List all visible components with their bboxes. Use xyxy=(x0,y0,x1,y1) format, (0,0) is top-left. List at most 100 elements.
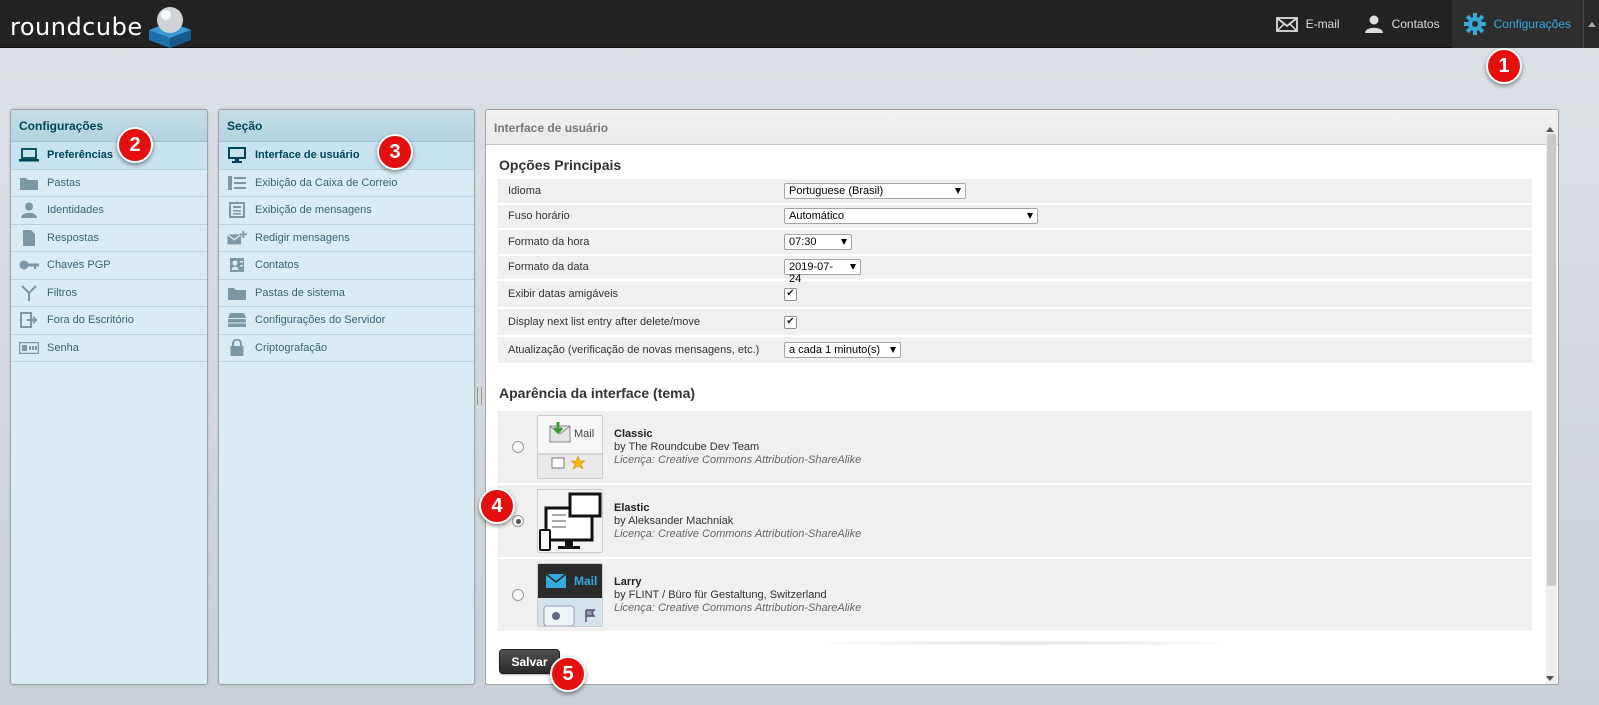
section-item-mailbox-view[interactable]: Exibição da Caixa de Correio xyxy=(219,170,474,197)
larry-thumbnail-label: Mail xyxy=(574,574,598,588)
classic-skin-thumbnail: Mail xyxy=(537,415,603,479)
annotation-badge-3: 3 xyxy=(377,134,413,170)
section-item-encryption[interactable]: Criptografação xyxy=(219,335,474,362)
skin-info: Elastic by Aleksander Machniak Licença: … xyxy=(614,502,861,541)
settings-item-label: Filtros xyxy=(47,286,77,299)
annotation-badge-5: 5 xyxy=(550,656,586,692)
section-item-compose[interactable]: Redigir mensagens xyxy=(219,225,474,252)
topnav-email[interactable]: E-mail xyxy=(1264,0,1352,48)
settings-item-filters[interactable]: Filtros xyxy=(11,280,207,307)
topnav-contacts-label: Contatos xyxy=(1391,17,1440,31)
settings-item-pgp-keys[interactable]: Chaves PGP xyxy=(11,252,207,280)
topnav-settings[interactable]: Configurações xyxy=(1451,0,1583,48)
option-label: Display next list entry after delete/mov… xyxy=(508,316,700,328)
dropdown-arrow-icon xyxy=(841,238,847,245)
skin-author: by Aleksander Machniak xyxy=(614,514,734,527)
settings-list: Preferências Pastas Identidades Resposta… xyxy=(11,142,207,362)
top-bar: roundcube E-mail Contatos Configurações xyxy=(0,0,1599,48)
top-navigation: E-mail Contatos Configurações xyxy=(1264,0,1583,48)
skin-license: Licença: Creative Commons Attribution-Sh… xyxy=(614,527,862,540)
settings-item-label: Preferências xyxy=(47,149,114,162)
section-item-contacts[interactable]: Contatos xyxy=(219,252,474,280)
section-item-label: Exibição da Caixa de Correio xyxy=(255,176,398,189)
refresh-interval-select[interactable]: a cada 1 minuto(s) xyxy=(784,342,901,358)
settings-item-label: Identidades xyxy=(47,204,104,217)
main-content: Interface de usuário Opções Principais I… xyxy=(485,109,1559,685)
section-item-server-settings[interactable]: Configurações do Servidor xyxy=(219,307,474,335)
user-icon xyxy=(1364,15,1383,33)
annotation-badge-1: 1 xyxy=(1486,48,1522,84)
option-label: Atualização (verificação de novas mensag… xyxy=(508,344,760,356)
option-label: Fuso horário xyxy=(508,210,570,223)
settings-item-password[interactable]: Senha xyxy=(11,335,207,362)
section-panel: Seção Interface de usuário Exibição da C… xyxy=(218,109,475,685)
skin-license: Licença: Creative Commons Attribution-Sh… xyxy=(614,601,862,614)
friendly-dates-checkbox[interactable]: ✔ xyxy=(784,287,797,301)
settings-item-out-of-office[interactable]: Fora do Escritório xyxy=(11,307,207,335)
message-view-icon xyxy=(227,202,247,219)
main-header-title: Interface de usuário xyxy=(486,110,1558,145)
timezone-select-value: Automático xyxy=(789,210,845,223)
skin-list: Mail Classic by The Roundcube Dev Team L… xyxy=(498,411,1532,633)
dropdown-arrow-icon xyxy=(890,347,896,353)
section-item-label: Exibição de mensagens xyxy=(255,204,372,217)
key-icon xyxy=(19,257,39,273)
logo[interactable]: roundcube xyxy=(10,4,195,48)
settings-item-folders[interactable]: Pastas xyxy=(11,170,207,197)
settings-panel: Configurações Preferências Pastas Identi… xyxy=(10,109,208,685)
option-label: Formato da data xyxy=(508,261,589,274)
section-panel-title: Seção xyxy=(219,110,474,142)
option-label: Exibir datas amigáveis xyxy=(508,288,619,300)
settings-item-preferences[interactable]: Preferências xyxy=(11,142,207,170)
scroll-thumb[interactable] xyxy=(1547,134,1556,586)
settings-item-label: Respostas xyxy=(47,231,99,244)
settings-item-identities[interactable]: Identidades xyxy=(11,197,207,225)
settings-panel-title: Configurações xyxy=(11,110,207,142)
scrollbar[interactable] xyxy=(1546,124,1557,684)
skin-radio-larry[interactable] xyxy=(512,589,524,601)
password-icon xyxy=(19,340,39,356)
settings-item-label: Pastas xyxy=(47,176,81,189)
dropdown-arrow-icon xyxy=(955,187,961,194)
footer-shadow xyxy=(800,640,1250,646)
settings-item-responses[interactable]: Respostas xyxy=(11,225,207,252)
skin-row-elastic[interactable]: Elastic by Aleksander Machniak Licença: … xyxy=(498,485,1532,559)
next-entry-checkbox[interactable]: ✔ xyxy=(784,315,797,329)
option-row-friendly-dates: Exibir datas amigáveis ✔ xyxy=(498,281,1532,309)
elastic-skin-thumbnail xyxy=(537,489,603,553)
section-item-system-folders[interactable]: Pastas de sistema xyxy=(219,280,474,307)
system-folder-icon xyxy=(227,285,247,301)
language-select[interactable]: Portuguese (Brasil) xyxy=(784,182,966,199)
skin-row-larry[interactable]: Mail Larry by FLINT / Büro für Gestaltun… xyxy=(498,559,1532,633)
option-row-language: Idioma Portuguese (Brasil) xyxy=(498,179,1532,205)
scroll-down-arrow-icon[interactable] xyxy=(1546,676,1554,681)
skin-radio-elastic[interactable] xyxy=(512,515,524,527)
section-item-user-interface[interactable]: Interface de usuário xyxy=(219,142,474,170)
option-row-refresh: Atualização (verificação de novas mensag… xyxy=(498,337,1532,365)
section-item-label: Pastas de sistema xyxy=(255,286,345,299)
skin-row-classic[interactable]: Mail Classic by The Roundcube Dev Team L… xyxy=(498,411,1532,485)
panel-splitter[interactable] xyxy=(477,387,482,405)
time-format-select-value: 07:30 xyxy=(789,235,817,248)
larry-skin-thumbnail: Mail xyxy=(537,563,603,627)
language-select-value: Portuguese (Brasil) xyxy=(789,184,884,197)
section-list: Interface de usuário Exibição da Caixa d… xyxy=(219,142,474,362)
timezone-select[interactable]: Automático xyxy=(784,208,1038,225)
time-format-select[interactable]: 07:30 xyxy=(784,233,852,250)
section-item-label: Redigir mensagens xyxy=(255,231,350,244)
topnav-collapse-toggle[interactable] xyxy=(1583,0,1599,48)
date-format-select[interactable]: 2019-07-24 xyxy=(784,259,861,285)
identity-icon xyxy=(19,202,39,219)
document-icon xyxy=(19,229,39,246)
lock-icon xyxy=(227,339,247,357)
topnav-contacts[interactable]: Contatos xyxy=(1352,0,1452,48)
devices-icon xyxy=(538,490,602,552)
main-options-title: Opções Principais xyxy=(499,157,622,173)
skin-name: Elastic xyxy=(614,501,650,514)
skin-radio-classic[interactable] xyxy=(512,441,524,453)
monitor-icon xyxy=(227,147,247,164)
scroll-up-arrow-icon[interactable] xyxy=(1546,127,1554,132)
section-item-message-view[interactable]: Exibição de mensagens xyxy=(219,197,474,225)
annotation-badge-2: 2 xyxy=(117,127,153,163)
settings-item-label: Chaves PGP xyxy=(47,259,111,272)
